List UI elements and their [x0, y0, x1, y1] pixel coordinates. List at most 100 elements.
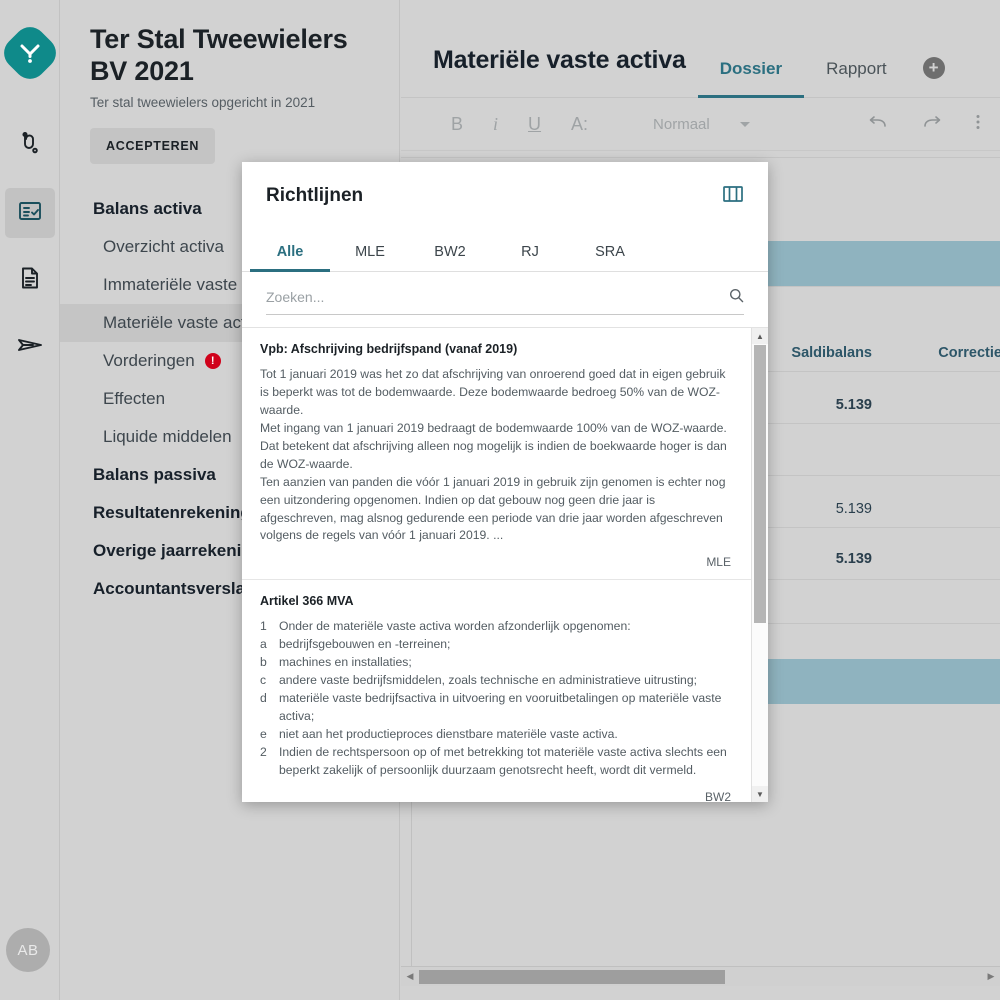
card-paragraph: Met ingang van 1 januari 2019 bedraagt d…: [260, 420, 731, 474]
paragraph-style-value: Normaal: [653, 116, 710, 133]
redo-icon[interactable]: [922, 114, 942, 135]
tab-rapport[interactable]: Rapport: [804, 59, 908, 97]
document-title: Materiële vaste activa: [401, 46, 686, 97]
list-text: materiële vaste bedrijfsactiva in uitvoe…: [279, 690, 731, 726]
card-source-badge: BW2: [260, 790, 731, 802]
scroll-down-arrow-icon[interactable]: ▼: [752, 786, 768, 802]
icon-rail: AB: [0, 0, 60, 1000]
search-input[interactable]: [266, 289, 729, 305]
card-list-item: e niet aan het productieproces dienstbar…: [260, 726, 731, 744]
column-header-correcties: Correcties: [900, 345, 1000, 361]
page-title: Ter Stal Tweewielers BV 2021: [60, 24, 399, 87]
nav-item-label: Liquide middelen: [103, 427, 232, 447]
list-marker: b: [260, 654, 270, 672]
cell-saldibalans-3[interactable]: 5.139: [752, 501, 872, 517]
send-icon: [16, 331, 44, 364]
nav-item-label: Effecten: [103, 389, 165, 409]
tab-rj[interactable]: RJ: [490, 244, 570, 271]
card-body: Tot 1 januari 2019 was het zo dat afschr…: [260, 366, 731, 545]
toolbar-right-group: [868, 114, 980, 135]
text-color-button[interactable]: A:: [571, 114, 588, 135]
list-marker: 1: [260, 618, 270, 636]
dialog-title: Richtlijnen: [266, 185, 363, 207]
tab-dossier[interactable]: Dossier: [698, 59, 804, 97]
paragraph-style-select[interactable]: Normaal: [653, 116, 750, 133]
map-book-icon[interactable]: [722, 184, 744, 209]
app-root: AB Ter Stal Tweewielers BV 2021 Ter stal…: [0, 0, 1000, 1000]
route-icon: [17, 130, 43, 161]
chevron-down-icon: [740, 122, 750, 127]
list-marker: c: [260, 672, 270, 690]
sidebar-item-dossier[interactable]: [5, 188, 55, 238]
sidebar-item-publish[interactable]: [5, 322, 55, 372]
horizontal-scrollbar[interactable]: ◀ ▶: [401, 966, 1000, 986]
row-divider: [401, 157, 1000, 158]
sidebar-item-workflow[interactable]: [5, 120, 55, 170]
app-logo[interactable]: [0, 20, 63, 85]
dialog-header: Richtlijnen: [242, 162, 768, 230]
list-text: Indien de rechtspersoon op of met betrek…: [279, 744, 731, 780]
tab-bw2[interactable]: BW2: [410, 244, 490, 271]
checklist-document-icon: [16, 197, 44, 230]
dialog-vertical-scrollbar[interactable]: ▲ ▼: [751, 328, 768, 802]
list-marker: a: [260, 636, 270, 654]
cell-saldibalans-1[interactable]: 5.139: [752, 397, 872, 413]
avatar-initials: AB: [17, 942, 38, 959]
list-text: Onder de materiële vaste activa worden a…: [279, 618, 631, 636]
accept-button[interactable]: ACCEPTEREN: [90, 128, 215, 164]
search-icon[interactable]: [729, 288, 744, 306]
guidelines-list-wrapper: Vpb: Afschrijving bedrijfspand (vanaf 20…: [242, 327, 768, 802]
nav-item-label: Vorderingen: [103, 351, 195, 371]
search-row: [266, 288, 744, 315]
guidelines-list: Vpb: Afschrijving bedrijfspand (vanaf 20…: [242, 328, 751, 802]
guideline-card[interactable]: Artikel 366 MVA 1 Onder de materiële vas…: [242, 580, 751, 802]
list-marker: e: [260, 726, 270, 744]
y-diamond-logo-icon: [17, 40, 43, 66]
card-list-item: a bedrijfsgebouwen en -terreinen;: [260, 636, 731, 654]
card-list-item: 2 Indien de rechtspersoon op of met betr…: [260, 744, 731, 780]
vscroll-thumb[interactable]: [754, 345, 766, 623]
card-title: Vpb: Afschrijving bedrijfspand (vanaf 20…: [260, 342, 731, 356]
tab-sra[interactable]: SRA: [570, 244, 650, 271]
hscroll-thumb[interactable]: [419, 970, 725, 984]
scroll-up-arrow-icon[interactable]: ▲: [752, 328, 768, 344]
list-marker: d: [260, 690, 270, 726]
avatar[interactable]: AB: [6, 928, 50, 972]
card-list-item: 1 Onder de materiële vaste activa worden…: [260, 618, 731, 636]
underline-button[interactable]: U: [528, 114, 541, 135]
dialog-search: [242, 272, 768, 315]
sidebar-item-report[interactable]: [5, 255, 55, 305]
richtlijnen-dialog: Richtlijnen Alle MLE BW2 RJ SRA: [242, 162, 768, 802]
dialog-tabs: Alle MLE BW2 RJ SRA: [242, 230, 768, 272]
page-subtitle: Ter stal tweewielers opgericht in 2021: [60, 87, 399, 110]
card-paragraph: Tot 1 januari 2019 was het zo dat afschr…: [260, 366, 731, 420]
plus-circle-icon[interactable]: +: [923, 57, 945, 79]
more-vertical-icon[interactable]: [976, 114, 980, 135]
italic-button[interactable]: i: [493, 114, 498, 135]
tab-mle[interactable]: MLE: [330, 244, 410, 271]
list-text: niet aan het productieproces dienstbare …: [279, 726, 618, 744]
card-title: Artikel 366 MVA: [260, 594, 731, 608]
list-text: andere vaste bedrijfsmiddelen, zoals tec…: [279, 672, 697, 690]
card-body: 1 Onder de materiële vaste activa worden…: [260, 618, 731, 779]
document-header: Materiële vaste activa Dossier Rapport +: [401, 0, 1000, 98]
nav-item-label: Overzicht activa: [103, 237, 224, 257]
card-list-item: d materiële vaste bedrijfsactiva in uitv…: [260, 690, 731, 726]
card-list-item: c andere vaste bedrijfsmiddelen, zoals t…: [260, 672, 731, 690]
tab-alle[interactable]: Alle: [250, 244, 330, 271]
cell-saldibalans-4[interactable]: 5.139: [752, 551, 872, 567]
scroll-right-arrow-icon[interactable]: ▶: [982, 971, 1000, 982]
card-source-badge: MLE: [260, 555, 731, 569]
scroll-left-arrow-icon[interactable]: ◀: [401, 971, 419, 982]
card-list-item: b machines en installaties;: [260, 654, 731, 672]
guideline-card[interactable]: Vpb: Afschrijving bedrijfspand (vanaf 20…: [242, 328, 751, 580]
document-icon: [17, 265, 43, 296]
error-badge-icon: !: [205, 353, 221, 369]
hscroll-track[interactable]: [419, 970, 982, 984]
bold-button[interactable]: B: [451, 114, 463, 135]
list-text: machines en installaties;: [279, 654, 412, 672]
list-text: bedrijfsgebouwen en -terreinen;: [279, 636, 450, 654]
list-marker: 2: [260, 744, 270, 780]
undo-icon[interactable]: [868, 114, 888, 135]
document-tabs: Dossier Rapport: [686, 59, 909, 97]
